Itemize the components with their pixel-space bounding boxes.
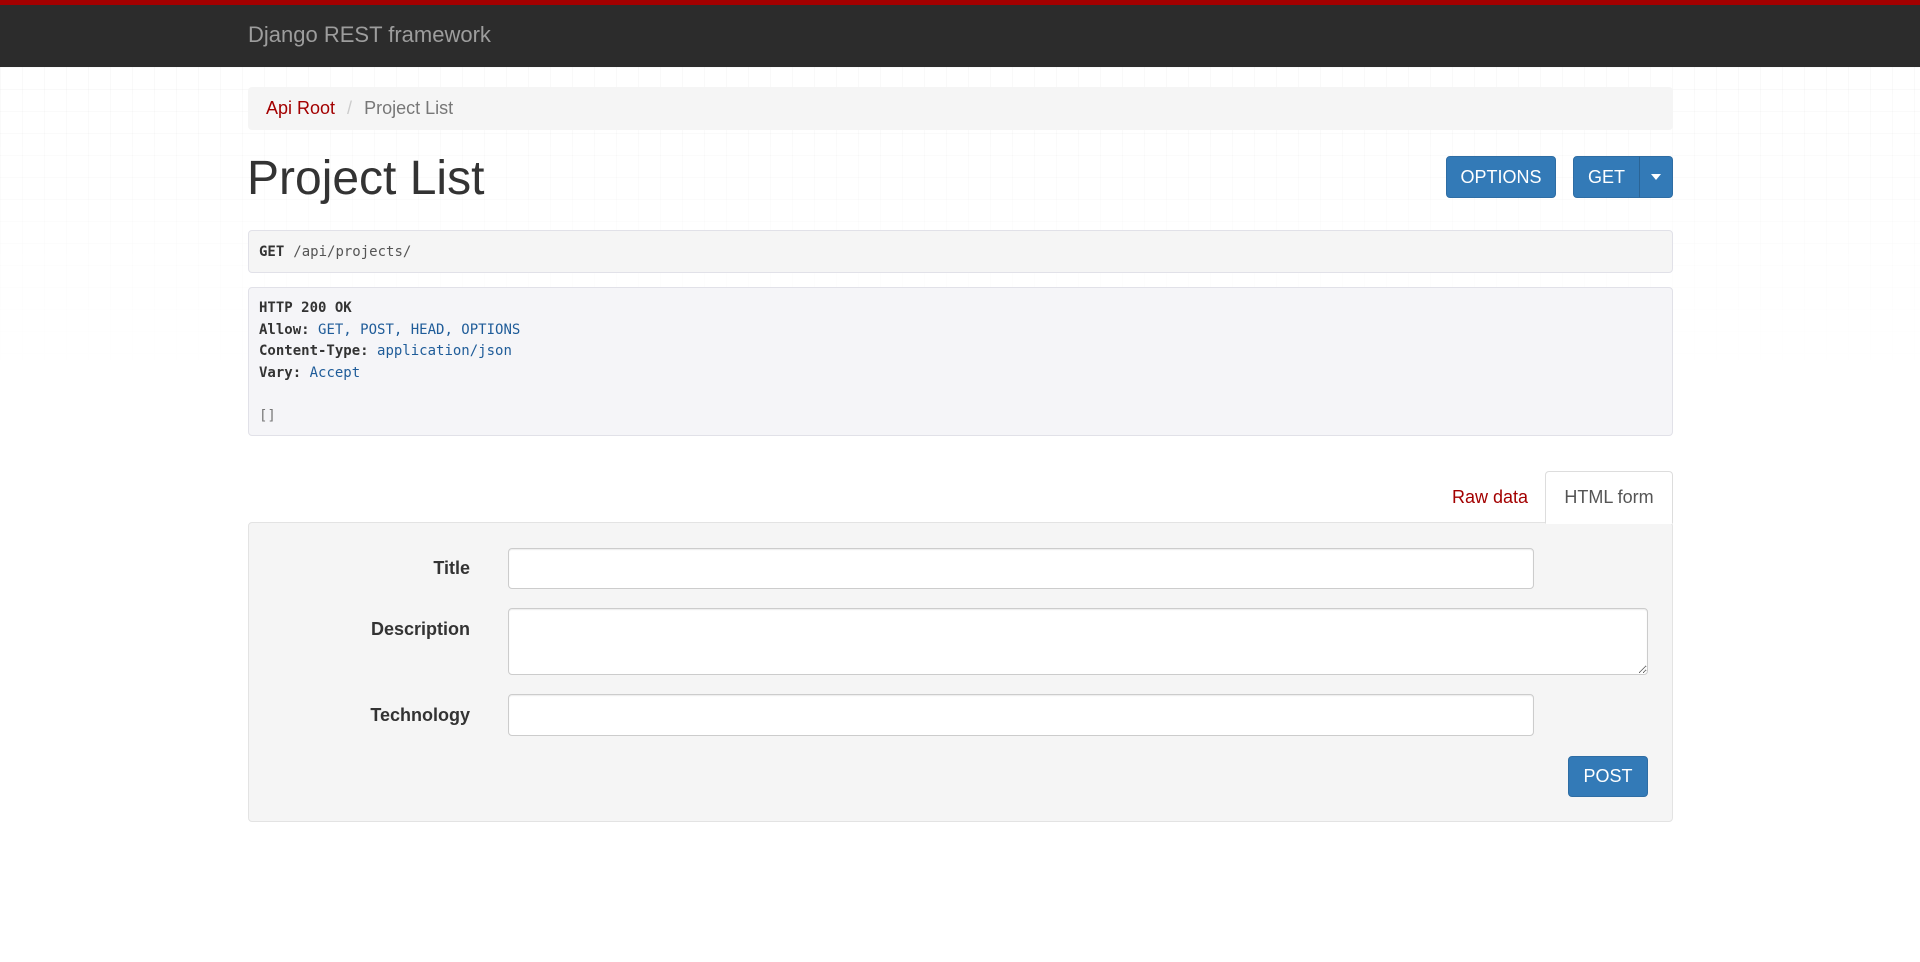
tab-raw-data[interactable]: Raw data [1435, 471, 1545, 523]
breadcrumb: Api Root / Project List [248, 87, 1673, 130]
breadcrumb-separator: / [347, 98, 353, 118]
get-button[interactable]: GET [1573, 156, 1640, 198]
tab-html-form[interactable]: HTML form [1545, 471, 1673, 524]
response-info: HTTP 200 OK Allow: GET, POST, HEAD, OPTI… [248, 287, 1673, 436]
response-header-key: Content-Type: [259, 343, 369, 360]
page-title: Project List [247, 152, 485, 205]
request-method: GET [259, 243, 285, 260]
brand-link[interactable]: Django REST framework [248, 22, 491, 48]
response-body: [] [259, 407, 276, 424]
response-header-row: Vary: Accept [259, 363, 1662, 385]
response-header-row: Content-Type: application/json [259, 341, 1662, 363]
post-button[interactable]: POST [1568, 756, 1648, 797]
technology-input[interactable] [508, 694, 1534, 736]
technology-label: Technology [370, 705, 470, 725]
response-header-value: GET, POST, HEAD, OPTIONS [318, 321, 521, 338]
top-navbar: Django REST framework [0, 0, 1920, 67]
request-info: GET /api/projects/ [248, 230, 1673, 273]
description-textarea[interactable] [508, 608, 1648, 675]
response-header-row: Allow: GET, POST, HEAD, OPTIONS [259, 320, 1662, 342]
response-header-key: Vary: [259, 364, 302, 381]
response-header-key: Allow: [259, 321, 310, 338]
description-label: Description [370, 619, 470, 639]
options-button[interactable]: OPTIONS [1446, 156, 1556, 198]
response-blank-line [259, 384, 1662, 406]
response-header-value: Accept [309, 364, 361, 381]
title-input[interactable] [508, 548, 1534, 589]
title-label: Title [433, 558, 470, 578]
request-path: /api/projects/ [293, 243, 412, 260]
response-header-value: application/json [377, 343, 512, 360]
breadcrumb-current: Project List [364, 98, 454, 118]
breadcrumb-api-root-link[interactable]: Api Root [266, 98, 335, 119]
caret-down-icon [1651, 174, 1661, 180]
response-status: HTTP 200 OK [259, 300, 352, 316]
get-format-dropdown-button[interactable] [1639, 156, 1673, 198]
